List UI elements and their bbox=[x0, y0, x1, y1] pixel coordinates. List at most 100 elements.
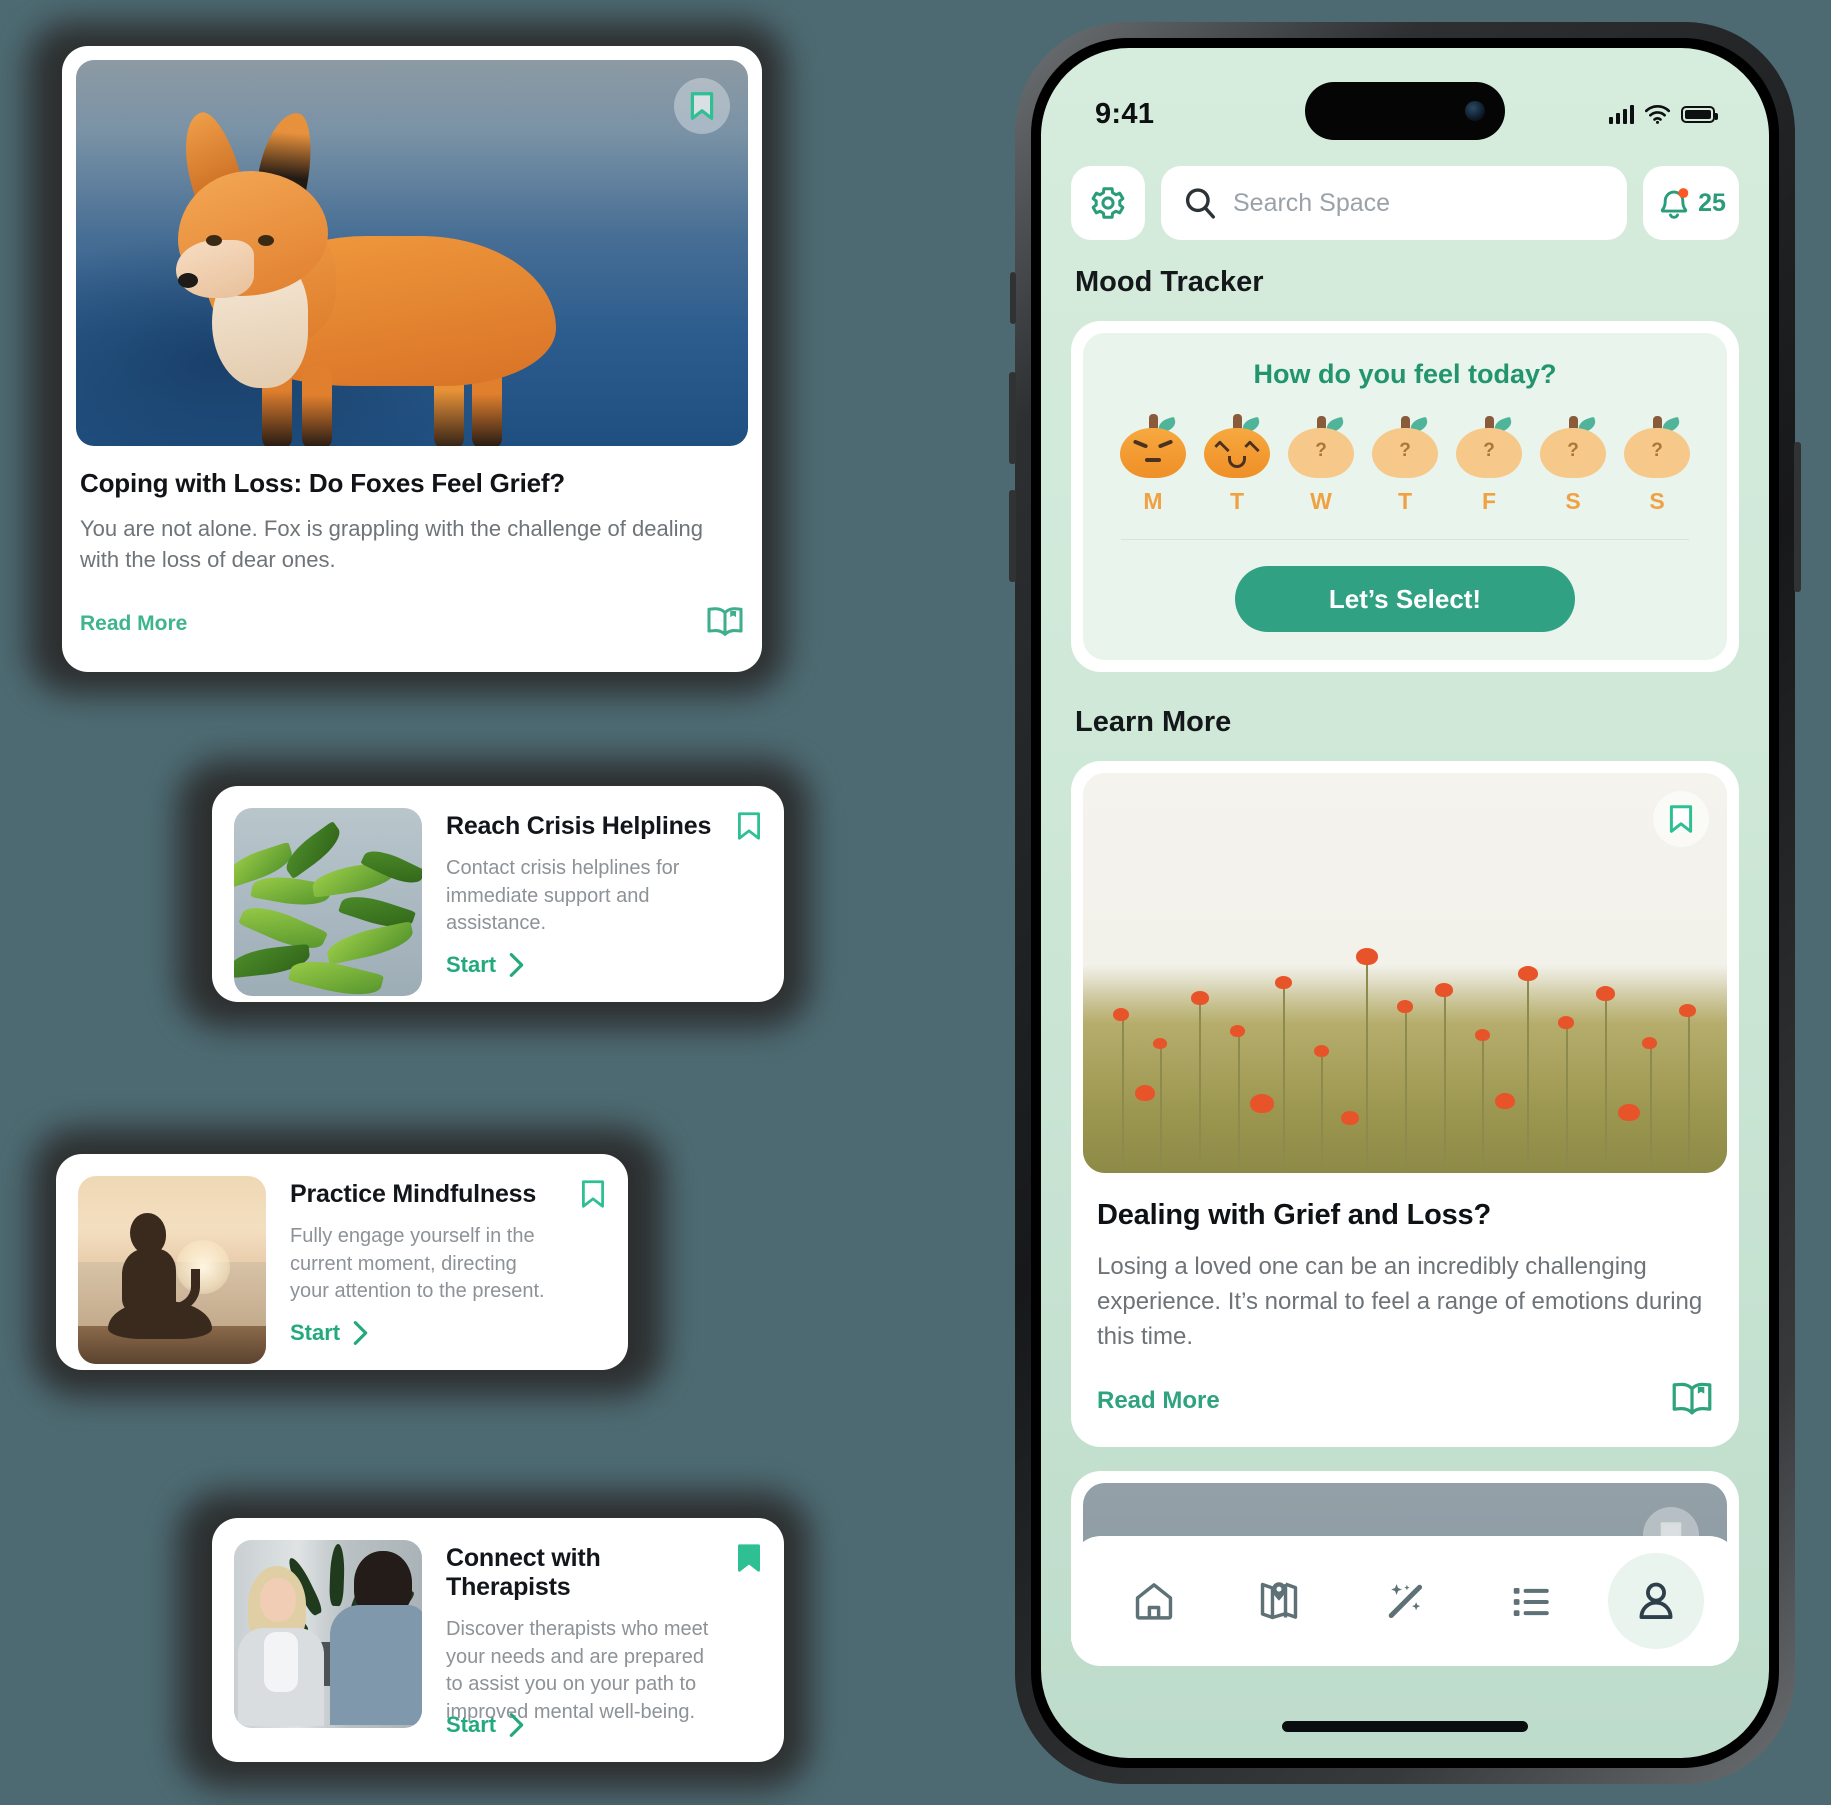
mood-day-friday[interactable]: ? F bbox=[1447, 416, 1531, 515]
mood-day-sunday[interactable]: ? S bbox=[1615, 416, 1699, 515]
app-header: Search Space 25 bbox=[1041, 166, 1769, 240]
mood-day-monday[interactable]: M bbox=[1111, 414, 1195, 515]
list-icon bbox=[1513, 1587, 1549, 1616]
mood-tracker-inner: How do you feel today? M T ? W ? T ? F ?… bbox=[1083, 333, 1727, 660]
feature-card-body: Connect with Therapists Discover therapi… bbox=[446, 1540, 762, 1740]
bookmark-filled-icon[interactable] bbox=[736, 1542, 762, 1579]
lets-select-button[interactable]: Let’s Select! bbox=[1235, 566, 1575, 632]
status-indicators bbox=[1609, 104, 1718, 124]
mood-question: How do you feel today? bbox=[1253, 359, 1557, 389]
day-label: F bbox=[1481, 488, 1497, 514]
day-label: S bbox=[1649, 488, 1665, 514]
feature-card-title: Connect with Therapists bbox=[446, 1544, 601, 1601]
phone-bezel: 9:41 Search Space 25 Mood Tracker How do… bbox=[1031, 38, 1779, 1768]
fox-photo bbox=[76, 60, 748, 446]
start-label: Start bbox=[446, 952, 497, 977]
hero-article-card[interactable]: Coping with Loss: Do Foxes Feel Grief? Y… bbox=[62, 46, 762, 672]
start-button[interactable]: Start bbox=[290, 1320, 369, 1346]
home-indicator bbox=[1282, 1721, 1528, 1732]
learn-more-read-more-link[interactable]: Read More bbox=[1097, 1387, 1220, 1415]
bookmark-outline-icon[interactable] bbox=[1653, 791, 1709, 847]
tab-list[interactable] bbox=[1483, 1553, 1579, 1649]
feature-card-description: Discover therapists who meet your needs … bbox=[446, 1618, 709, 1723]
start-label: Start bbox=[446, 1712, 497, 1737]
chevron-right-icon bbox=[509, 953, 524, 977]
hero-read-more-link[interactable]: Read More bbox=[80, 612, 187, 636]
tab-home[interactable] bbox=[1106, 1553, 1202, 1649]
mood-day-saturday[interactable]: ? S bbox=[1531, 416, 1615, 515]
tab-profile[interactable] bbox=[1608, 1553, 1705, 1649]
front-camera-icon bbox=[1465, 101, 1485, 121]
feature-card-practice-mindfulness[interactable]: Practice Mindfulness Fully engage yourse… bbox=[56, 1154, 628, 1370]
pumpkin-question-icon: ? bbox=[1540, 416, 1606, 478]
feature-card-crisis-helplines[interactable]: Reach Crisis Helplines Contact crisis he… bbox=[212, 786, 784, 1002]
home-icon bbox=[1135, 1583, 1173, 1620]
power-button[interactable] bbox=[1794, 442, 1801, 592]
feature-card-description: Contact crisis helplines for immediate s… bbox=[446, 857, 680, 935]
map-pin-icon bbox=[1261, 1582, 1298, 1620]
meditation-photo bbox=[78, 1176, 266, 1364]
volume-up-button[interactable] bbox=[1009, 372, 1016, 464]
divider bbox=[1121, 539, 1689, 540]
hero-card-footer: Read More bbox=[80, 605, 744, 642]
open-book-icon[interactable] bbox=[1671, 1380, 1713, 1421]
feature-card-connect-with-therapists[interactable]: Connect with Therapists Discover therapi… bbox=[212, 1518, 784, 1762]
bookmark-outline-icon[interactable] bbox=[674, 78, 730, 134]
mood-day-wednesday[interactable]: ? W bbox=[1279, 416, 1363, 515]
leaves-photo bbox=[234, 808, 422, 996]
tab-map[interactable] bbox=[1231, 1553, 1327, 1649]
feature-card-body: Practice Mindfulness Fully engage yourse… bbox=[290, 1176, 606, 1348]
open-book-icon[interactable] bbox=[706, 605, 744, 642]
pumpkin-angry-icon bbox=[1120, 414, 1186, 478]
search-icon bbox=[1185, 188, 1215, 219]
fox-illustration bbox=[166, 106, 596, 446]
battery-full-icon bbox=[1681, 105, 1718, 123]
mood-tracker-card: How do you feel today? M T ? W ? T ? F ?… bbox=[1071, 321, 1739, 672]
person-icon bbox=[1639, 1582, 1673, 1620]
learn-more-title: Dealing with Grief and Loss? bbox=[1097, 1199, 1491, 1231]
feature-card-title: Reach Crisis Helplines bbox=[446, 812, 712, 840]
bookmark-outline-icon[interactable] bbox=[736, 810, 762, 847]
chevron-right-icon bbox=[509, 1713, 524, 1737]
mood-day-tuesday[interactable]: T bbox=[1195, 414, 1279, 515]
feature-card-title: Practice Mindfulness bbox=[290, 1180, 537, 1208]
learn-more-section-title: Learn More bbox=[1075, 706, 1232, 738]
day-label: T bbox=[1229, 488, 1245, 514]
pumpkin-question-icon: ? bbox=[1288, 416, 1354, 478]
feature-card-description: Fully engage yourself in the current mom… bbox=[290, 1225, 545, 1303]
volume-down-button[interactable] bbox=[1009, 490, 1016, 582]
magic-wand-icon bbox=[1388, 1584, 1423, 1619]
bookmark-outline-icon[interactable] bbox=[580, 1178, 606, 1215]
learn-more-article-card[interactable]: Dealing with Grief and Loss? Losing a lo… bbox=[1071, 761, 1739, 1448]
mood-tracker-section-title: Mood Tracker bbox=[1075, 266, 1264, 298]
app-scroll-area[interactable]: Search Space 25 Mood Tracker How do you … bbox=[1041, 48, 1769, 1758]
chevron-right-icon bbox=[353, 1321, 368, 1345]
search-field[interactable]: Search Space bbox=[1161, 166, 1627, 240]
learn-more-description: Losing a loved one can be an incredibly … bbox=[1097, 1253, 1703, 1350]
notification-count: 25 bbox=[1698, 188, 1726, 217]
learn-more-footer: Read More bbox=[1097, 1380, 1713, 1421]
bottom-tab-bar bbox=[1071, 1536, 1739, 1666]
pumpkin-happy-icon bbox=[1204, 414, 1270, 478]
hero-card-description: You are not alone. Fox is grappling with… bbox=[80, 516, 703, 573]
tab-magic[interactable] bbox=[1357, 1553, 1453, 1649]
mood-day-thursday[interactable]: ? T bbox=[1363, 416, 1447, 515]
search-placeholder: Search Space bbox=[1233, 188, 1391, 217]
iphone-mockup: 9:41 Search Space 25 Mood Tracker How do… bbox=[1009, 22, 1801, 1784]
phone-screen: 9:41 Search Space 25 Mood Tracker How do… bbox=[1041, 48, 1769, 1758]
screenshot-stage: Coping with Loss: Do Foxes Feel Grief? Y… bbox=[0, 0, 1831, 1805]
settings-button[interactable] bbox=[1071, 166, 1145, 240]
card-showcase-column: Coping with Loss: Do Foxes Feel Grief? Y… bbox=[0, 0, 960, 1805]
hero-card-title: Coping with Loss: Do Foxes Feel Grief? bbox=[80, 468, 565, 498]
feature-card-body: Reach Crisis Helplines Contact crisis he… bbox=[446, 808, 762, 980]
silent-switch[interactable] bbox=[1010, 272, 1016, 324]
notifications-button[interactable]: 25 bbox=[1643, 166, 1739, 240]
pumpkin-question-icon: ? bbox=[1372, 416, 1438, 478]
bell-icon bbox=[1660, 188, 1689, 219]
pumpkin-question-icon: ? bbox=[1624, 416, 1690, 478]
start-button[interactable]: Start bbox=[446, 952, 525, 978]
mood-day-row: M T ? W ? T ? F ? S ? S bbox=[1103, 414, 1707, 515]
day-label: T bbox=[1397, 488, 1413, 514]
start-button[interactable]: Start bbox=[446, 1712, 525, 1738]
day-label: W bbox=[1310, 488, 1332, 514]
